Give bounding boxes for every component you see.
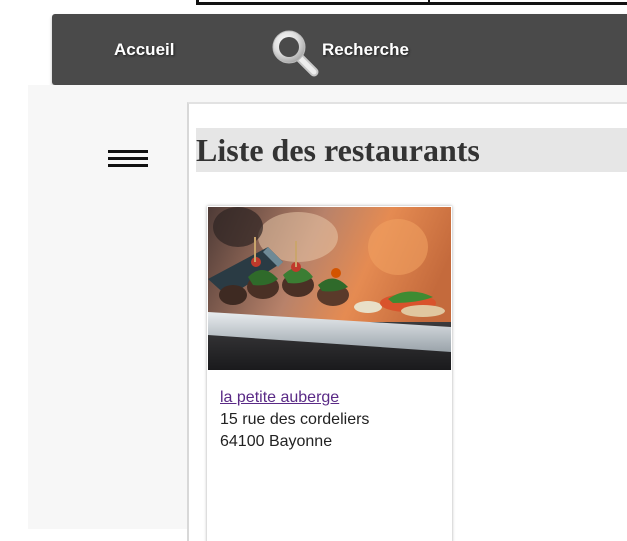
search-icon <box>272 30 319 77</box>
restaurant-city: 64100 Bayonne <box>220 433 333 450</box>
top-border-strip <box>196 0 627 5</box>
nav-home-label: Accueil <box>114 40 175 59</box>
page-title-band: Liste des restaurants <box>196 128 627 172</box>
page-title: Liste des restaurants <box>196 132 480 168</box>
page: Accueil Recherche Liste des restaurants … <box>0 0 627 541</box>
restaurant-details: la petite auberge 15 rue des cordeliers … <box>220 387 369 453</box>
top-border-tick <box>428 0 430 4</box>
hamburger-bar <box>108 150 148 153</box>
restaurant-card: la petite auberge 15 rue des cordeliers … <box>207 206 452 541</box>
restaurant-image[interactable] <box>208 207 451 370</box>
restaurant-street: 15 rue des cordeliers <box>220 411 370 428</box>
hamburger-bar <box>108 157 148 160</box>
top-navbar: Accueil Recherche <box>52 14 627 85</box>
content-panel: Liste des restaurants la petite auberge … <box>187 102 627 541</box>
nav-home-link[interactable]: Accueil <box>114 40 174 60</box>
hamburger-bar <box>108 164 148 167</box>
hamburger-menu-icon[interactable] <box>108 150 148 170</box>
restaurant-name-link[interactable]: la petite auberge <box>220 387 369 409</box>
restaurant-food-photo <box>208 207 451 370</box>
nav-search-label: Recherche <box>322 40 409 59</box>
